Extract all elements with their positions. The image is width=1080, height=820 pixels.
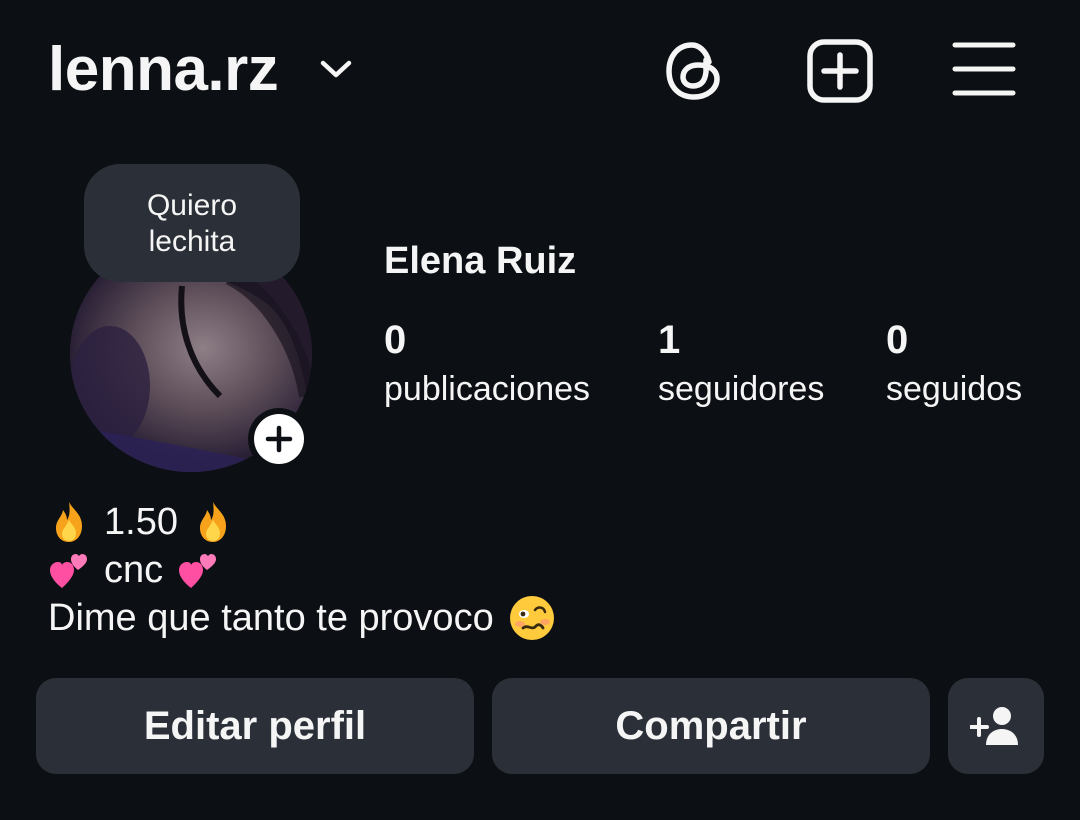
share-profile-label: Compartir — [615, 703, 807, 748]
bio-line-2-text: cnc — [104, 549, 164, 591]
bio-line-3: Dime que tanto te provoco — [48, 594, 556, 642]
stat-posts[interactable]: 0 publicaciones — [384, 316, 590, 410]
person-add-icon — [970, 707, 1018, 745]
plus-icon — [265, 425, 293, 453]
fire-emoji-icon — [56, 502, 82, 542]
two-hearts-emoji-icon — [179, 554, 217, 588]
discover-people-button[interactable] — [948, 678, 1044, 774]
stat-following-count: 0 — [886, 318, 909, 362]
new-post-icon[interactable] — [806, 38, 874, 104]
stat-posts-count: 0 — [384, 318, 407, 362]
threads-icon[interactable] — [662, 38, 728, 104]
stat-following-label: seguidos — [886, 370, 1023, 408]
woozy-face-emoji-icon — [509, 596, 554, 640]
stat-followers[interactable]: 1 seguidores — [658, 316, 824, 410]
profile-note-bubble[interactable]: Quiero lechita — [84, 164, 300, 282]
bio-line-1-text: 1.50 — [104, 501, 178, 543]
profile-username[interactable]: lenna.rz — [48, 32, 279, 108]
stat-following[interactable]: 0 seguidos — [886, 316, 1022, 410]
menu-icon[interactable] — [952, 40, 1016, 98]
share-profile-button[interactable]: Compartir — [492, 678, 930, 774]
fire-emoji-icon — [199, 502, 226, 542]
edit-profile-button[interactable]: Editar perfil — [36, 678, 474, 774]
add-story-badge[interactable] — [248, 408, 310, 470]
stat-followers-count: 1 — [658, 318, 681, 362]
chevron-down-icon[interactable] — [318, 54, 354, 84]
bio-line-2: cnc — [48, 546, 219, 594]
stat-posts-label: publicaciones — [384, 370, 591, 408]
two-hearts-emoji-icon — [50, 554, 87, 588]
stat-followers-label: seguidores — [658, 370, 825, 408]
edit-profile-label: Editar perfil — [143, 703, 367, 748]
bio-line-1: 1.50 — [48, 498, 234, 546]
bio-line-3-text: Dime que tanto te provoco — [48, 597, 494, 639]
profile-full-name: Elena Ruiz — [384, 240, 577, 282]
